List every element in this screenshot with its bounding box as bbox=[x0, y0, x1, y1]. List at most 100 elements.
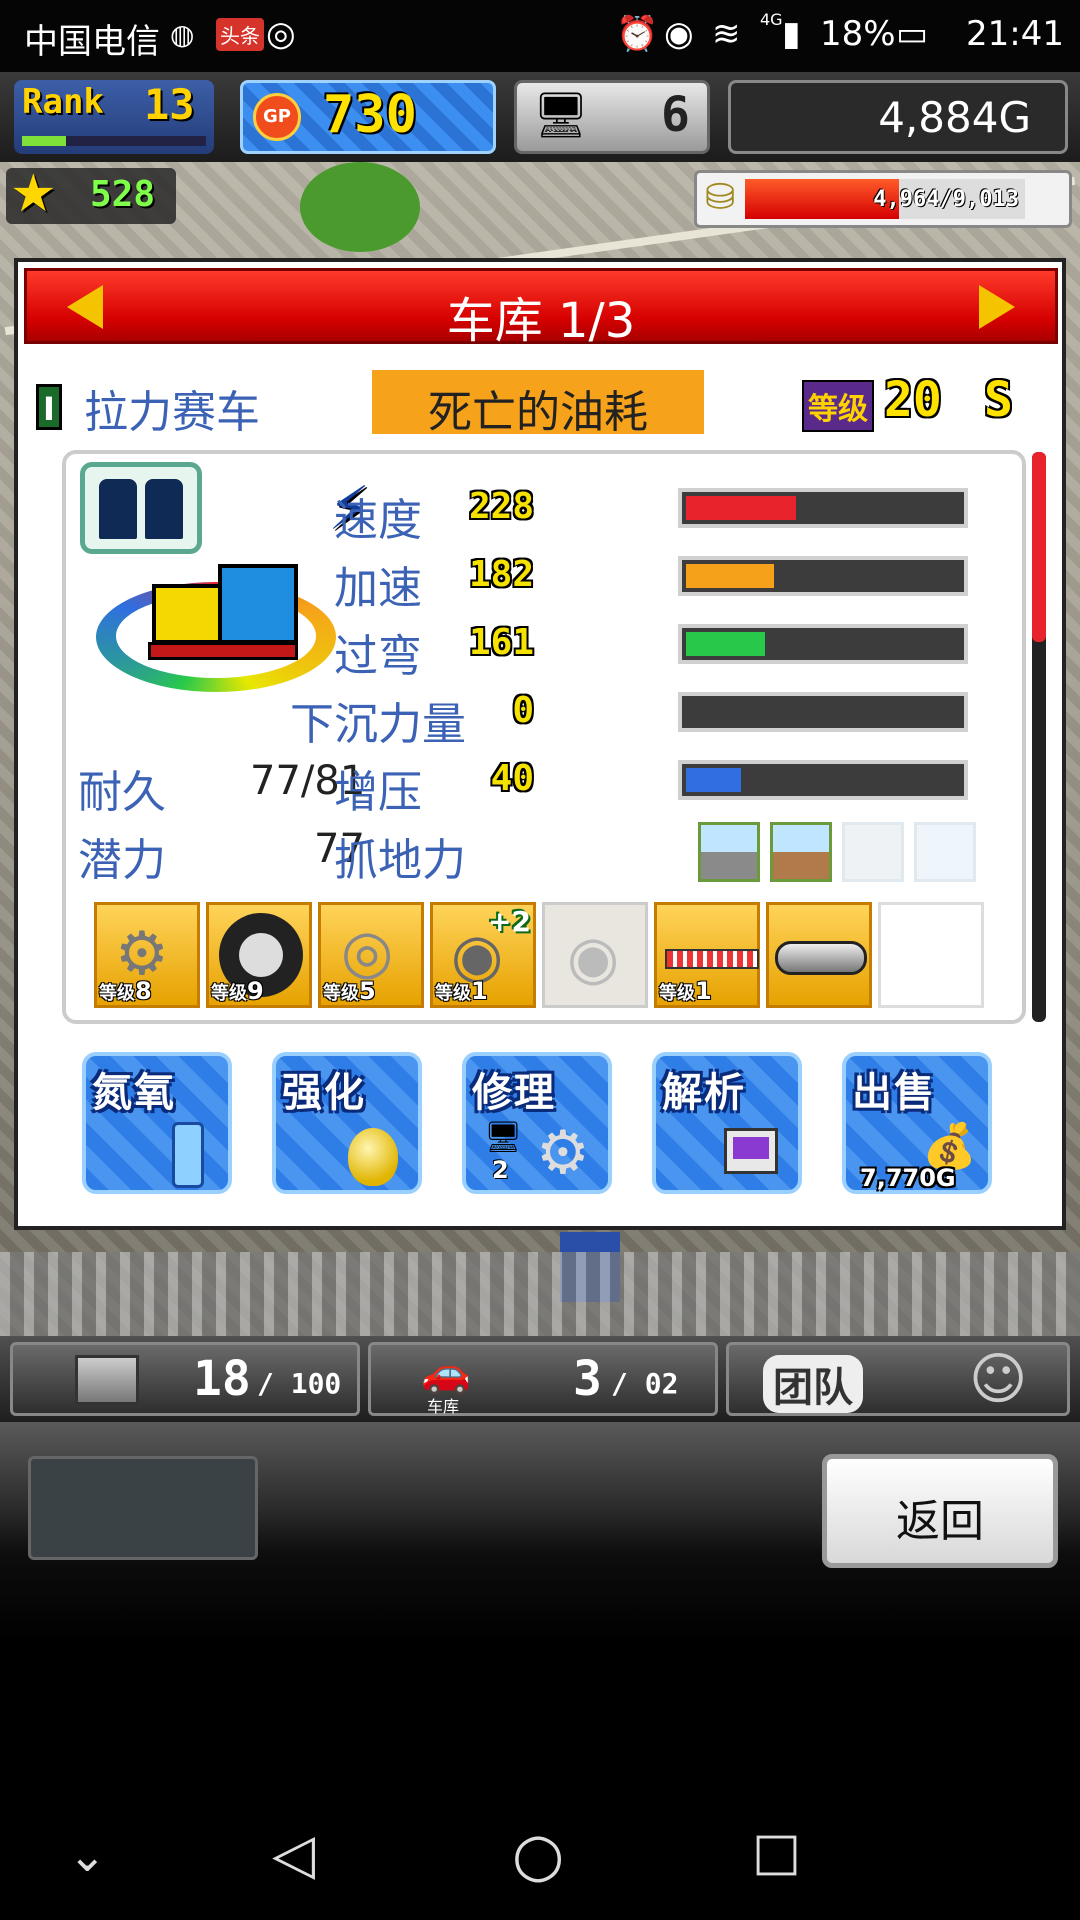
crate-icon bbox=[75, 1355, 139, 1405]
money-value: 4,884G bbox=[878, 93, 1031, 142]
part-slot-turbo-empty[interactable]: ◉ bbox=[542, 902, 648, 1008]
snow-terrain-icon bbox=[842, 822, 904, 882]
part-slot-tire[interactable]: 等级9 bbox=[206, 902, 312, 1008]
battery-icon: ▭ bbox=[896, 14, 929, 54]
car-name-box[interactable]: 死亡的油耗 bbox=[372, 370, 704, 438]
part-slot-suspension[interactable]: 等级1 bbox=[654, 902, 760, 1008]
part-slot-brake[interactable]: ◎ 等级5 bbox=[318, 902, 424, 1008]
team-tab[interactable]: 团队 ☺ bbox=[726, 1342, 1070, 1416]
recents-nav-icon[interactable]: □ bbox=[752, 1822, 801, 1882]
class-badge: I bbox=[36, 384, 62, 430]
rank-label: Rank bbox=[22, 82, 104, 122]
eye-icon: ◉ bbox=[664, 14, 694, 54]
info-slot bbox=[28, 1456, 258, 1560]
stat-label-speed: 速度 bbox=[334, 495, 422, 546]
parts-storage-tab[interactable]: 18 / 100 bbox=[10, 1342, 360, 1416]
garage-tab[interactable]: 🚗 车库 3 / 02 bbox=[368, 1342, 718, 1416]
home-nav-icon[interactable]: ○ bbox=[512, 1820, 564, 1890]
analyze-button-label: 解析 bbox=[662, 1070, 746, 1116]
upgrade-button-label: 强化 bbox=[282, 1070, 366, 1116]
computer-icon bbox=[724, 1128, 778, 1174]
carrier-text: 中国电信 bbox=[24, 22, 160, 62]
stat-bar-boost bbox=[678, 760, 968, 800]
tree-icon bbox=[300, 162, 420, 252]
collapse-icon[interactable]: ⌄ bbox=[68, 1828, 107, 1882]
stat-bar-cornering bbox=[678, 624, 968, 664]
repair-cost: 2 bbox=[492, 1156, 509, 1184]
star-panel: ★ 528 bbox=[6, 164, 176, 224]
back-button[interactable]: 返回 bbox=[822, 1454, 1058, 1568]
ice-terrain-icon bbox=[914, 822, 976, 882]
repair-button[interactable]: 修理 🖥 2 ⚙ bbox=[462, 1052, 612, 1194]
part-slot-engine[interactable]: ⚙ 等级8 bbox=[94, 902, 200, 1008]
stat-value-boost: 40 bbox=[490, 758, 534, 799]
sell-price: 7,770G bbox=[860, 1164, 956, 1192]
stat-bar-fill-boost bbox=[686, 768, 741, 792]
wifi-icon: ≋ bbox=[712, 14, 741, 54]
repair-computer-icon: 🖥 bbox=[484, 1120, 523, 1155]
stat-bar-accel bbox=[678, 556, 968, 596]
sell-button[interactable]: 出售 💰 7,770G bbox=[842, 1052, 992, 1194]
part-level: 等级9 bbox=[211, 977, 264, 1005]
stat-value-downforce: 0 bbox=[512, 690, 534, 731]
car-icon: 🚗 bbox=[421, 1350, 471, 1396]
parts-count: 18 bbox=[193, 1351, 251, 1407]
stat-label-boost: 增压 bbox=[334, 767, 422, 818]
next-arrow-icon[interactable] bbox=[979, 285, 1015, 329]
garage-tab-label: 车库 bbox=[427, 1397, 460, 1416]
upgrade-button[interactable]: 强化 bbox=[272, 1052, 422, 1194]
scrollbar-thumb[interactable] bbox=[1032, 452, 1046, 642]
analyze-button[interactable]: 解析 bbox=[652, 1052, 802, 1194]
part-level: 等级8 bbox=[99, 977, 152, 1005]
team-member-icon: ☺ bbox=[969, 1347, 1028, 1412]
dialog-title: 车库 1/3 bbox=[446, 293, 636, 349]
part-slot-empty[interactable] bbox=[878, 902, 984, 1008]
bottom-hud: 18 / 100 🚗 车库 3 / 02 团队 ☺ bbox=[0, 1336, 1080, 1422]
battery-percent: 18% bbox=[820, 14, 896, 54]
nitro-button-label: 氮氧 bbox=[92, 1070, 176, 1116]
suspension-icon bbox=[665, 949, 759, 969]
car-name: 死亡的油耗 bbox=[428, 387, 648, 438]
asphalt-terrain-icon bbox=[698, 822, 760, 882]
rank-value: 13 bbox=[144, 80, 195, 129]
rank-panel[interactable]: Rank 13 bbox=[14, 80, 214, 154]
signal-icon: ▮ bbox=[782, 14, 801, 54]
stat-bar-speed bbox=[678, 488, 968, 528]
star-count: 528 bbox=[90, 174, 156, 215]
alarm-icon: ⏰ bbox=[616, 14, 659, 54]
part-slot-muffler[interactable] bbox=[766, 902, 872, 1008]
part-level: 等级1 bbox=[435, 977, 488, 1005]
garage-count: 3 bbox=[573, 1351, 602, 1407]
gp-panel[interactable]: GP 730 bbox=[240, 80, 496, 154]
turbo-empty-icon: ◉ bbox=[567, 923, 620, 993]
news-badge-icon: 头条 bbox=[216, 18, 264, 51]
computer-panel[interactable]: 🖥 6 bbox=[514, 80, 710, 154]
network-type: 4G bbox=[760, 10, 783, 29]
part-slot-turbo[interactable]: ◉ +2 等级1 bbox=[430, 902, 536, 1008]
star-icon: ★ bbox=[10, 164, 57, 224]
nitro-button[interactable]: 氮氧 bbox=[82, 1052, 232, 1194]
hotspot-icon: ◎ bbox=[266, 14, 296, 54]
stat-bar-fill-accel bbox=[686, 564, 774, 588]
stat-value-accel: 182 bbox=[468, 554, 534, 595]
computer-screen bbox=[733, 1137, 769, 1159]
car-wheels-icon bbox=[148, 642, 298, 660]
stat-bar-downforce bbox=[678, 692, 968, 732]
status-bar: 中国电信 ◍ 头条 ◎ ⏰ ◉ ≋ 4G ▮ 18% ▭ 21:41 bbox=[0, 0, 1080, 72]
android-nav-bar: ⌄ ◁ ○ □ bbox=[0, 1792, 1080, 1920]
nitro-bottle-icon bbox=[172, 1122, 204, 1188]
muffler-icon bbox=[775, 941, 867, 975]
rank-progress-fill bbox=[22, 136, 67, 146]
scrollbar-track[interactable] bbox=[1032, 452, 1046, 1022]
sell-button-label: 出售 bbox=[852, 1070, 936, 1116]
repair-button-label: 修理 bbox=[472, 1070, 556, 1116]
level-label: 等级 bbox=[802, 380, 874, 432]
stat-label-cornering: 过弯 bbox=[334, 631, 422, 682]
rank-progress-track bbox=[22, 136, 206, 146]
computer-icon: 🖥 bbox=[533, 90, 589, 141]
grip-label: 抓地力 bbox=[334, 835, 466, 886]
back-nav-icon[interactable]: ◁ bbox=[272, 1822, 315, 1887]
dialog-titlebar: 车库 1/3 bbox=[24, 268, 1058, 349]
gp-coin-icon: GP bbox=[253, 93, 301, 141]
bottle-right-icon bbox=[145, 479, 183, 539]
